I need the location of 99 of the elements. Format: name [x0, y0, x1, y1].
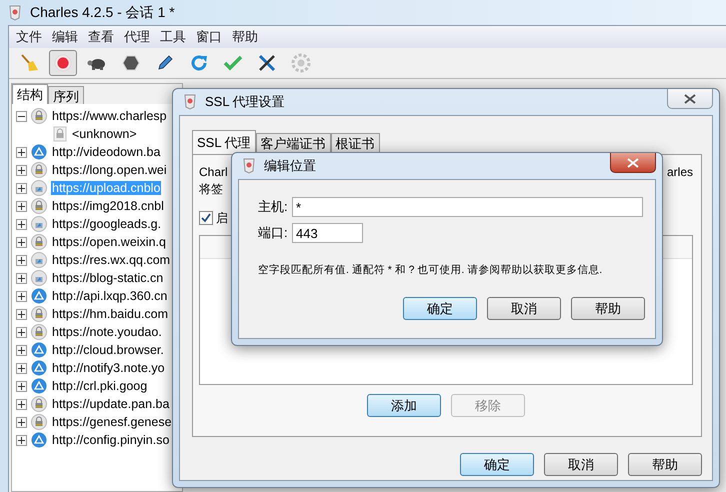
- globe-icon: [31, 432, 47, 448]
- expand-icon[interactable]: [16, 182, 27, 194]
- dialog-button[interactable]: 确定: [403, 297, 477, 320]
- menu-item[interactable]: 窗口: [191, 28, 227, 46]
- record-icon: [53, 53, 73, 73]
- tree-item[interactable]: <unknown>: [71, 127, 138, 141]
- expand-icon[interactable]: [16, 434, 27, 446]
- expand-icon[interactable]: [16, 326, 27, 338]
- description-text: 将签: [199, 181, 223, 197]
- expand-icon[interactable]: [16, 380, 27, 392]
- app-icon: [183, 94, 197, 110]
- app-icon: [8, 4, 22, 20]
- refresh-icon: [190, 54, 208, 72]
- expand-icon[interactable]: [16, 416, 27, 428]
- tree-item[interactable]: https://open.weixin.q: [51, 235, 167, 249]
- globe-icon: [31, 378, 47, 394]
- globe-icon: [31, 360, 47, 376]
- dialog-button[interactable]: 添加: [367, 394, 441, 417]
- description-text: arles: [666, 165, 693, 181]
- expand-icon[interactable]: [16, 254, 27, 266]
- menu-item[interactable]: 编辑: [47, 28, 83, 46]
- tab[interactable]: 结构: [12, 84, 48, 104]
- globe-icon: [31, 288, 47, 304]
- tree-item[interactable]: https://blog-static.cn: [51, 271, 164, 285]
- lock-icon: [31, 162, 47, 178]
- menu-item[interactable]: 工具: [155, 28, 191, 46]
- check-icon: [223, 54, 243, 72]
- expand-icon[interactable]: [16, 398, 27, 410]
- expand-icon[interactable]: [16, 344, 27, 356]
- checkbox-label: 启: [216, 210, 228, 226]
- checkbox[interactable]: [199, 211, 213, 225]
- input-field[interactable]: 443: [292, 223, 363, 243]
- menu-item[interactable]: 文件: [11, 28, 47, 46]
- menu-item[interactable]: 帮助: [227, 28, 263, 46]
- lock-icon: [31, 234, 47, 250]
- input-field[interactable]: *: [292, 197, 643, 217]
- expand-icon[interactable]: [16, 200, 27, 212]
- expand-icon[interactable]: [16, 272, 27, 284]
- broom-icon: [19, 53, 39, 73]
- hexagon-icon: [122, 54, 140, 72]
- expand-icon[interactable]: [16, 164, 27, 176]
- tree-item[interactable]: http://api.lxqp.360.cn: [51, 289, 168, 303]
- tab[interactable]: 序列: [48, 86, 84, 104]
- dialog-button[interactable]: 帮助: [628, 453, 702, 476]
- tree-item[interactable]: http://config.pinyin.so: [51, 433, 170, 447]
- dialog-button[interactable]: 帮助: [571, 297, 645, 320]
- close-icon: [627, 158, 639, 168]
- lock-icon: [31, 414, 47, 430]
- tree-item[interactable]: https://hm.baidu.com: [51, 307, 170, 321]
- tree-item[interactable]: https://genesf.genese: [51, 415, 173, 429]
- description-text: Charl: [199, 165, 228, 181]
- expand-icon[interactable]: [16, 308, 27, 320]
- lock-icon: [31, 252, 47, 268]
- lock-icon: [31, 216, 47, 232]
- menu-item[interactable]: 查看: [83, 28, 119, 46]
- lock-icon: [31, 306, 47, 322]
- lock-icon: [31, 396, 47, 412]
- expand-icon[interactable]: [16, 290, 27, 302]
- gear-icon: [291, 53, 311, 73]
- lock-icon: [31, 108, 47, 124]
- lock-icon: [31, 198, 47, 214]
- tree-item[interactable]: http://crl.pki.goog: [51, 379, 148, 393]
- window-title: Charles 4.2.5 - 会话 1 *: [30, 4, 175, 22]
- dialog-title: SSL 代理设置: [205, 93, 285, 111]
- tree-item[interactable]: https://res.wx.qq.com: [51, 253, 172, 267]
- hint-text: 空字段匹配所有值. 通配符 * 和 ? 也可使用. 请参阅帮助以获取更多信息.: [258, 263, 604, 277]
- collapse-icon[interactable]: [16, 110, 27, 122]
- dialog-button[interactable]: 取消: [487, 297, 561, 320]
- dialog-button[interactable]: 确定: [460, 453, 534, 476]
- expand-icon[interactable]: [16, 236, 27, 248]
- close-icon: [684, 94, 696, 104]
- tree-item[interactable]: http://cloud.browser.: [51, 343, 165, 357]
- tree-item[interactable]: https://update.pan.ba: [51, 397, 170, 411]
- lock-icon: [53, 126, 67, 142]
- dialog-button[interactable]: 取消: [544, 453, 618, 476]
- dialog-title: 编辑位置: [264, 157, 316, 175]
- tree-item[interactable]: http://notify3.note.yo: [51, 361, 166, 375]
- expand-icon[interactable]: [16, 362, 27, 374]
- tab[interactable]: SSL 代理: [192, 130, 256, 154]
- tree-item[interactable]: https://note.youdao.: [51, 325, 163, 339]
- globe-icon: [31, 342, 47, 358]
- field-label: 端口:: [258, 224, 289, 242]
- app-icon: [242, 158, 256, 174]
- close-button[interactable]: [610, 153, 656, 173]
- expand-icon[interactable]: [16, 146, 27, 158]
- tree-item[interactable]: https://googleads.g.: [51, 217, 162, 231]
- tree-item[interactable]: http://videodown.ba: [51, 145, 162, 159]
- field-label: 主机:: [258, 198, 289, 216]
- expand-icon[interactable]: [16, 218, 27, 230]
- close-button[interactable]: [667, 89, 713, 109]
- menu-item[interactable]: 代理: [119, 28, 155, 46]
- tree-item[interactable]: https://img2018.cnbl: [51, 199, 165, 213]
- lock-icon: [31, 270, 47, 286]
- lock-icon: [31, 180, 47, 196]
- lock-icon: [31, 324, 47, 340]
- pen-icon: [156, 54, 174, 72]
- globe-icon: [31, 144, 47, 160]
- tree-item[interactable]: https://long.open.wei: [51, 163, 168, 177]
- tree-item[interactable]: https://www.charlesp: [51, 109, 168, 123]
